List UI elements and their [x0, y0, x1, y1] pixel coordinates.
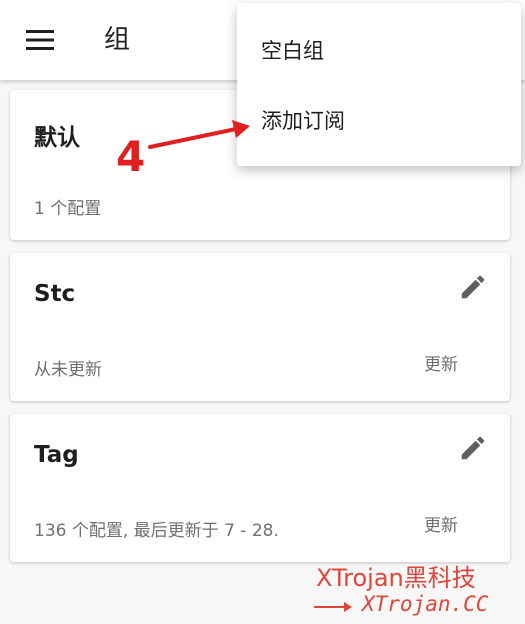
watermark-brand: XTrojan黑科技	[316, 564, 476, 592]
annotation-arrow	[148, 120, 250, 149]
watermark-url: XTrojan.CC	[362, 592, 489, 616]
watermark-arrow-icon	[314, 602, 352, 612]
step-number-label: 4	[116, 132, 146, 181]
